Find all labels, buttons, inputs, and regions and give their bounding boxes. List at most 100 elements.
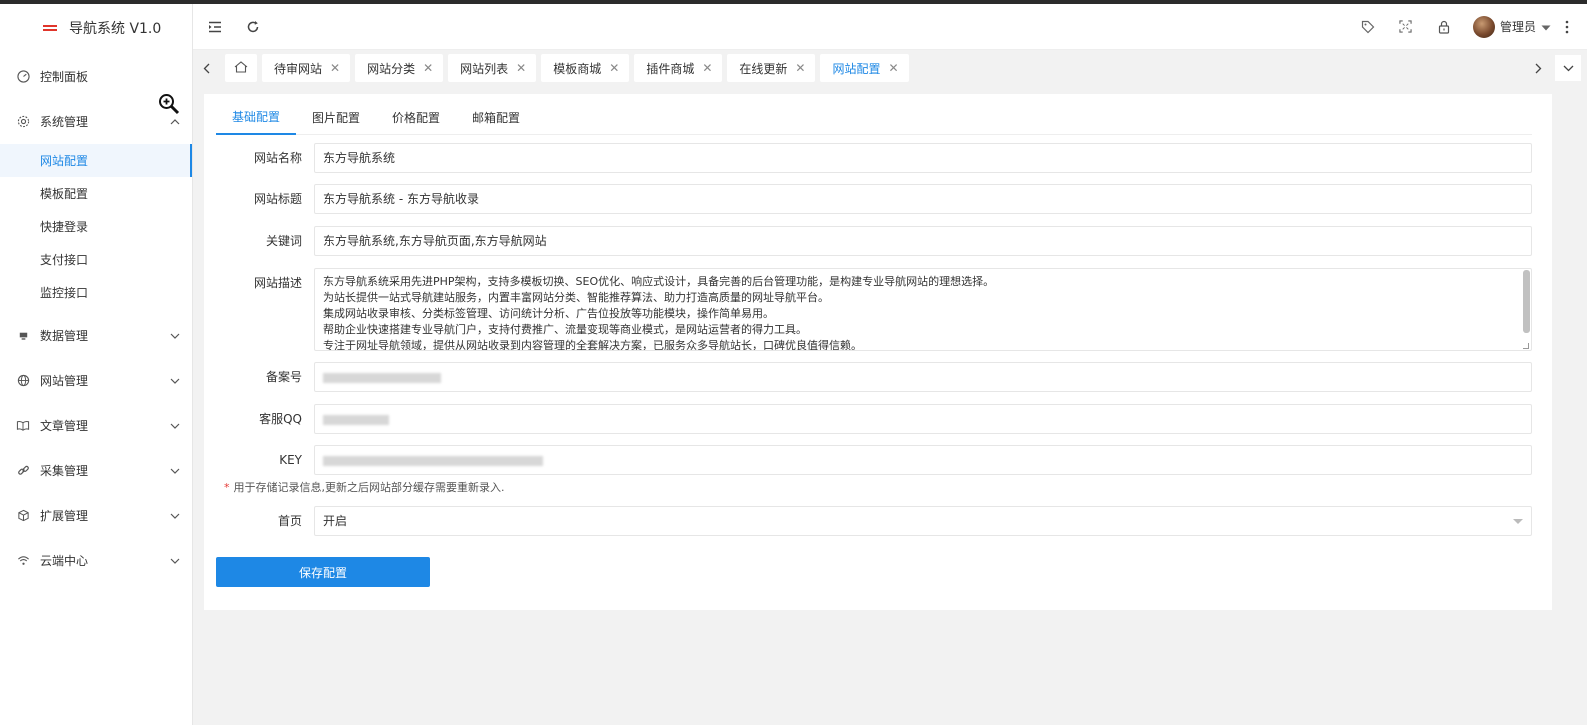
config-card: 基础配置 图片配置 价格配置 邮箱配置 网站名称 东方导航系统 网站标题 东方导… (204, 94, 1552, 610)
form-row-description: 网站描述 东方导航系统采用先进PHP架构，支持多模板切换、SEO优化、响应式设计… (216, 268, 1532, 351)
sidebar-item-sites[interactable]: 网站管理 (0, 358, 192, 403)
textarea-scrollbar[interactable] (1523, 270, 1530, 333)
tag-icon[interactable] (1353, 12, 1383, 42)
chevron-down-icon (170, 331, 180, 341)
logo[interactable]: 导航系统 V1.0 (0, 4, 192, 52)
description-line: 集成网站收录审核、分类标签管理、访问统计分析、广告位投放等功能模块，操作简单易用… (323, 307, 774, 320)
sidebar-subitem-payment[interactable]: 支付接口 (0, 243, 192, 276)
page-tabs: 待审网站 ✕ 网站分类 ✕ 网站列表 ✕ 模板商城 ✕ 插件商城 ✕ 在线更新 ✕ 网站配置… (225, 54, 909, 82)
tab-image-config[interactable]: 图片配置 (296, 100, 376, 135)
tab-plugin-store[interactable]: 插件商城 ✕ (634, 54, 723, 82)
site-name-label: 网站名称 (253, 151, 302, 165)
refresh-icon[interactable] (238, 12, 268, 42)
icp-label: 备案号 (265, 370, 302, 384)
form-row-icp: 备案号 (216, 362, 1532, 392)
system-submenu: 网站配置 模板配置 快捷登录 支付接口 监控接口 (0, 144, 192, 309)
tab-label: 待审网站 (274, 61, 323, 76)
sidebar-subitem-quick-login[interactable]: 快捷登录 (0, 210, 192, 243)
sidebar-item-label: 网站管理 (40, 374, 89, 388)
close-icon[interactable]: ✕ (516, 61, 526, 75)
page-tabs-bar: 待审网站 ✕ 网站分类 ✕ 网站列表 ✕ 模板商城 ✕ 插件商城 ✕ 在线更新 ✕ 网站配置… (193, 50, 1587, 86)
close-icon[interactable]: ✕ (795, 61, 805, 75)
tab-label: 网站配置 (832, 61, 881, 76)
site-title-input[interactable]: 东方导航系统 - 东方导航收录 (314, 184, 1532, 214)
sidebar-item-label: 系统管理 (40, 115, 89, 129)
sidebar-item-label: 控制面板 (40, 70, 89, 84)
redacted-value (323, 372, 441, 383)
tab-label: 模板商城 (553, 61, 602, 76)
sidebar-item-label: 数据管理 (40, 329, 89, 343)
sidebar-item-cloud[interactable]: 云端中心 (0, 538, 192, 583)
menu-fold-icon[interactable] (200, 12, 230, 42)
tabs-menu-chevron-down-icon[interactable] (1555, 55, 1581, 81)
caret-down-icon (1513, 519, 1523, 524)
site-name-input[interactable]: 东方导航系统 (314, 143, 1532, 173)
chevron-up-icon (170, 117, 180, 127)
sidebar-item-label: 采集管理 (40, 464, 89, 478)
save-config-button[interactable]: 保存配置 (216, 557, 430, 587)
tab-site-list[interactable]: 网站列表 ✕ (448, 54, 537, 82)
sidebar-subitem-template-config[interactable]: 模板配置 (0, 177, 192, 210)
book-icon (16, 419, 30, 433)
sidebar-item-label: 文章管理 (40, 419, 89, 433)
key-hint-text: 用于存储记录信息,更新之后网站部分缓存需要重新录入. (233, 481, 505, 494)
tab-home[interactable] (225, 54, 257, 82)
chevron-down-icon (170, 556, 180, 566)
fullscreen-icon[interactable] (1391, 12, 1421, 42)
homepage-select-value: 开启 (323, 514, 348, 528)
form-row-site-name: 网站名称 东方导航系统 (216, 143, 1532, 173)
redacted-value (323, 414, 389, 425)
tab-template-store[interactable]: 模板商城 ✕ (541, 54, 630, 82)
config-tabs: 基础配置 图片配置 价格配置 邮箱配置 (216, 100, 1532, 135)
form-row-keywords: 关键词 东方导航系统,东方导航页面,东方导航网站 (216, 226, 1532, 256)
tab-label: 插件商城 (646, 61, 695, 76)
cube-icon (16, 509, 30, 523)
lock-icon[interactable] (1429, 12, 1459, 42)
close-icon[interactable]: ✕ (702, 61, 712, 75)
sidebar-item-collect[interactable]: 采集管理 (0, 448, 192, 493)
close-icon[interactable]: ✕ (888, 61, 898, 75)
required-star: * (224, 481, 230, 494)
icp-input[interactable] (314, 362, 1532, 392)
link-icon (16, 464, 30, 478)
monitor-icon (16, 329, 30, 343)
sidebar-item-articles[interactable]: 文章管理 (0, 403, 192, 448)
tabs-scroll-right-icon[interactable] (1525, 50, 1551, 86)
key-label: KEY (279, 453, 302, 467)
sidebar-item-label: 云端中心 (40, 554, 89, 568)
description-textarea[interactable]: 东方导航系统采用先进PHP架构，支持多模板切换、SEO优化、响应式设计，具备完善… (314, 268, 1532, 351)
tab-site-categories[interactable]: 网站分类 ✕ (355, 54, 444, 82)
homepage-select[interactable]: 开启 (314, 506, 1532, 536)
sidebar-subitem-monitor[interactable]: 监控接口 (0, 276, 192, 309)
sidebar-item-extensions[interactable]: 扩展管理 (0, 493, 192, 538)
user-name: 管理员 (1499, 20, 1536, 34)
tab-price-config[interactable]: 价格配置 (376, 100, 456, 135)
close-icon[interactable]: ✕ (423, 61, 433, 75)
caret-down-icon (1541, 20, 1551, 34)
tab-label: 网站分类 (367, 61, 416, 76)
tab-pending-sites[interactable]: 待审网站 ✕ (262, 54, 351, 82)
description-line: 东方导航系统采用先进PHP架构，支持多模板切换、SEO优化、响应式设计，具备完善… (323, 275, 995, 288)
qq-input[interactable] (314, 404, 1532, 434)
sidebar-item-data[interactable]: 数据管理 (0, 313, 192, 358)
sidebar-subitem-site-config[interactable]: 网站配置 (0, 144, 192, 177)
gear-icon (16, 115, 30, 129)
homepage-label: 首页 (277, 514, 302, 528)
top-header: 管理员 (193, 4, 1587, 50)
resize-handle-icon[interactable] (1523, 343, 1529, 349)
tabs-scroll-left-icon[interactable] (193, 50, 219, 86)
tab-site-config[interactable]: 网站配置 ✕ (820, 54, 909, 82)
form-row-homepage: 首页 开启 (216, 506, 1532, 536)
tab-basic-config[interactable]: 基础配置 (216, 100, 297, 135)
description-line: 为站长提供一站式导航建站服务，内置丰富网站分类、智能推荐算法、助力打造高质量的网… (323, 291, 829, 304)
tab-online-update[interactable]: 在线更新 ✕ (727, 54, 816, 82)
user-menu[interactable]: 管理员 (1472, 15, 1551, 38)
tab-email-config[interactable]: 邮箱配置 (456, 100, 536, 135)
more-vertical-icon[interactable] (1559, 12, 1575, 42)
form-row-key: KEY (216, 445, 1532, 475)
keywords-input[interactable]: 东方导航系统,东方导航页面,东方导航网站 (314, 226, 1532, 256)
close-icon[interactable]: ✕ (330, 61, 340, 75)
key-input[interactable] (314, 445, 1532, 475)
chevron-down-icon (170, 466, 180, 476)
close-icon[interactable]: ✕ (609, 61, 619, 75)
